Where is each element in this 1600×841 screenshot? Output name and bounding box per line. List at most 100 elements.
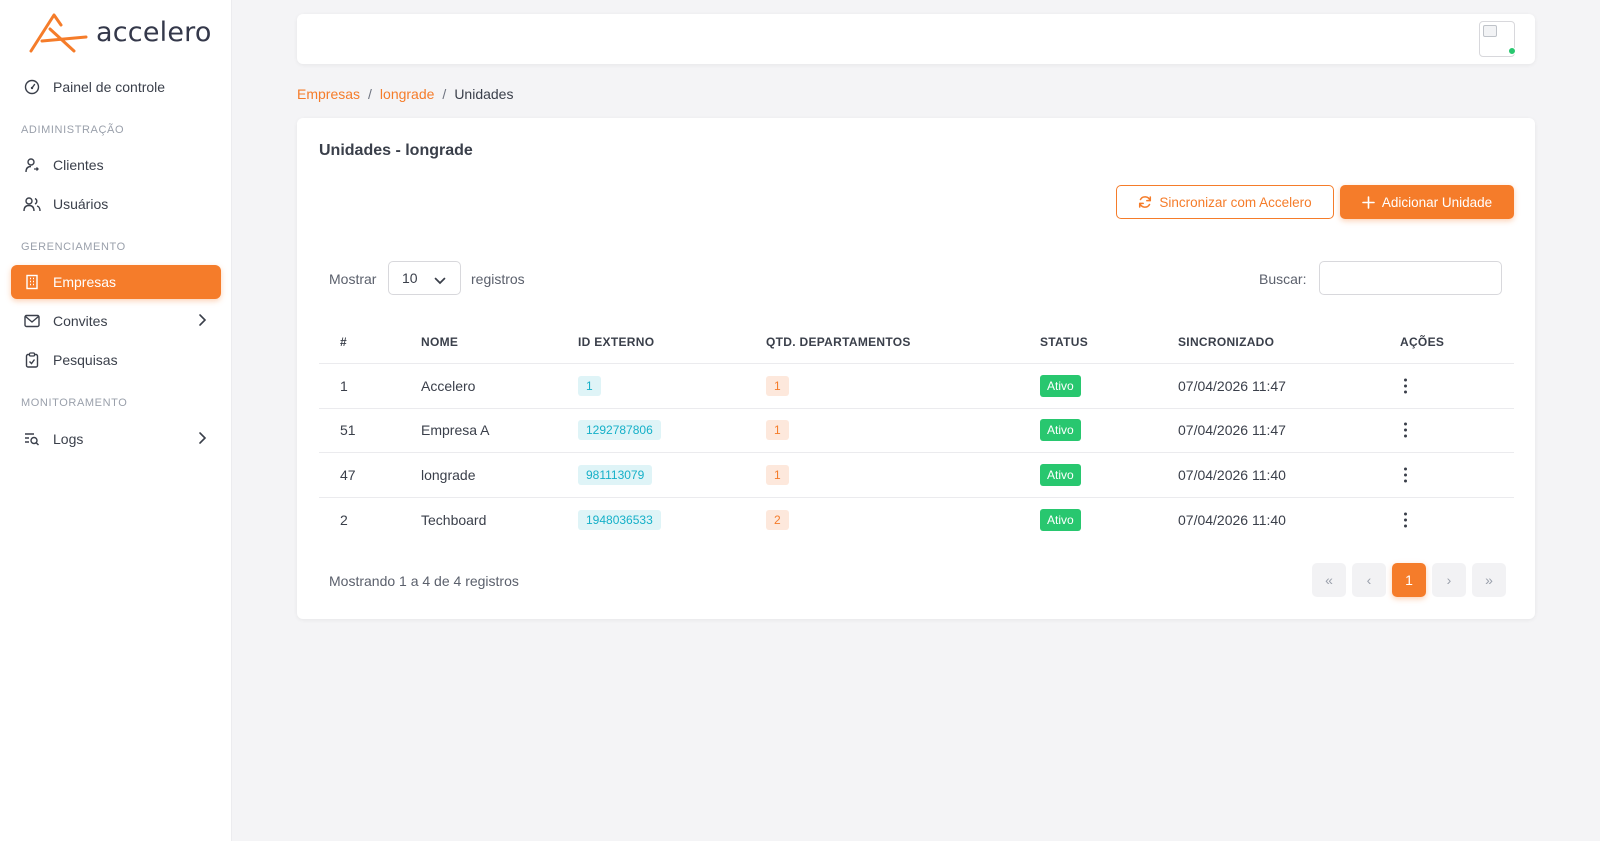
column-header-id-externo[interactable]: ID EXTERNO [578, 335, 654, 349]
list-search-icon [23, 430, 41, 448]
column-header-status[interactable]: STATUS [1040, 335, 1088, 349]
breadcrumb-link-company[interactable]: longrade [380, 86, 435, 102]
pagination-prev-button[interactable]: ‹ [1352, 563, 1386, 597]
row-nome: Techboard [421, 511, 487, 528]
department-count-badge: 1 [766, 464, 789, 485]
table-row: 47 longrade 981113079 1 Ativo 07/04/2026… [319, 453, 1514, 498]
gauge-icon [23, 78, 41, 96]
department-count-badge: 1 [766, 375, 789, 396]
external-id-badge: 981113079 [578, 464, 653, 485]
column-header-sincronizado[interactable]: SINCRONIZADO [1178, 335, 1274, 349]
external-id-badge: 1948036533 [578, 509, 661, 530]
section-title-monitoramento: MONITORAMENTO [21, 397, 128, 409]
section-title-gerenciamento: GERENCIAMENTO [21, 241, 126, 253]
column-header-nome[interactable]: NOME [421, 335, 458, 349]
add-unit-button[interactable]: Adicionar Unidade [1340, 185, 1514, 219]
chevron-right-icon [197, 313, 207, 330]
more-actions-icon[interactable] [1400, 378, 1410, 394]
chevron-down-icon [434, 273, 446, 289]
breadcrumb: Empresas / longrade / Unidades [297, 86, 513, 102]
column-header-qtd-departamentos[interactable]: QTD. DEPARTAMENTOS [766, 335, 911, 349]
mail-icon [23, 312, 41, 330]
breadcrumb-current: Unidades [454, 86, 514, 102]
more-actions-icon[interactable] [1400, 422, 1410, 438]
sidebar-item-label: Logs [53, 431, 84, 447]
more-actions-icon[interactable] [1400, 467, 1410, 483]
table-header-row: # NOME ID EXTERNO QTD. DEPARTAMENTOS STA… [319, 321, 1514, 364]
breadcrumb-separator: / [368, 86, 372, 102]
column-header-id[interactable]: # [340, 335, 347, 349]
brand-name: accelero [96, 16, 212, 48]
plus-icon [1362, 195, 1375, 209]
sidebar-item-pesquisas[interactable]: Pesquisas [11, 343, 221, 377]
row-id: 2 [340, 511, 348, 528]
sidebar-item-dashboard[interactable]: Painel de controle [11, 70, 221, 104]
table-info: Mostrando 1 a 4 de 4 registros [329, 573, 519, 589]
sync-button[interactable]: Sincronizar com Accelero [1116, 185, 1334, 219]
sidebar: accelero Painel de controle ADIMINISTRAÇ… [0, 0, 232, 841]
broken-image-icon [1483, 25, 1497, 37]
row-sincronizado: 07/04/2026 11:47 [1178, 377, 1286, 394]
search-label: Buscar: [1259, 271, 1307, 287]
pagination-first-button[interactable]: « [1312, 563, 1346, 597]
sidebar-item-label: Pesquisas [53, 352, 118, 368]
users-icon [23, 195, 41, 213]
page-length-select[interactable]: 10 [388, 261, 461, 295]
pagination-last-button[interactable]: » [1472, 563, 1506, 597]
sidebar-item-label: Painel de controle [53, 79, 166, 95]
building-icon [23, 273, 41, 291]
column-header-acoes: AÇÕES [1400, 335, 1445, 349]
sidebar-item-label: Empresas [53, 274, 117, 290]
status-badge: Ativo [1040, 419, 1081, 442]
sidebar-item-label: Usuários [53, 196, 109, 212]
sidebar-item-label: Convites [53, 313, 108, 329]
length-prefix-label: Mostrar [329, 271, 377, 287]
department-count-badge: 2 [766, 509, 789, 530]
row-nome: Empresa A [421, 422, 490, 439]
row-id: 51 [340, 422, 356, 439]
more-actions-icon[interactable] [1400, 512, 1410, 528]
sidebar-item-clientes[interactable]: Clientes [11, 148, 221, 182]
row-id: 47 [340, 466, 356, 483]
department-count-badge: 1 [766, 420, 789, 441]
table-row: 51 Empresa A 1292787806 1 Ativo 07/04/20… [319, 409, 1514, 453]
top-navbar [297, 14, 1535, 64]
row-nome: longrade [421, 466, 476, 483]
page-title: Unidades - longrade [319, 142, 473, 159]
pagination: « ‹ 1 › » [1312, 563, 1506, 597]
row-id: 1 [340, 377, 348, 394]
external-id-badge: 1 [578, 375, 601, 396]
section-title-administracao: ADIMINISTRAÇÃO [21, 124, 125, 136]
length-suffix-label: registros [471, 271, 525, 287]
pagination-page-1[interactable]: 1 [1392, 563, 1426, 597]
clipboard-check-icon [23, 351, 41, 369]
sidebar-item-empresas[interactable]: Empresas [11, 265, 221, 299]
status-badge: Ativo [1040, 463, 1081, 486]
chevron-right-icon [197, 431, 207, 448]
brand-logo[interactable]: accelero [28, 8, 212, 56]
table-row: 2 Techboard 1948036533 2 Ativo 07/04/202… [319, 498, 1514, 543]
sidebar-item-logs[interactable]: Logs [11, 422, 221, 456]
table-row: 1 Accelero 1 1 Ativo 07/04/2026 11:47 [319, 364, 1514, 409]
sidebar-item-convites[interactable]: Convites [11, 304, 221, 338]
sync-button-label: Sincronizar com Accelero [1159, 194, 1312, 210]
avatar[interactable] [1479, 21, 1516, 57]
refresh-icon [1138, 195, 1152, 209]
pagination-next-button[interactable]: › [1432, 563, 1466, 597]
sidebar-item-usuarios[interactable]: Usuários [11, 187, 221, 221]
row-sincronizado: 07/04/2026 11:40 [1178, 466, 1286, 483]
row-sincronizado: 07/04/2026 11:40 [1178, 511, 1286, 528]
online-status-dot [1508, 47, 1516, 55]
row-nome: Accelero [421, 377, 476, 394]
user-icon [23, 156, 41, 174]
status-badge: Ativo [1040, 508, 1081, 531]
accelero-logo-icon [29, 13, 88, 53]
breadcrumb-link-empresas[interactable]: Empresas [297, 86, 360, 102]
status-badge: Ativo [1040, 374, 1081, 397]
add-unit-button-label: Adicionar Unidade [1381, 194, 1493, 210]
external-id-badge: 1292787806 [578, 420, 661, 441]
search-input[interactable] [1319, 261, 1502, 295]
breadcrumb-separator: / [442, 86, 447, 102]
sidebar-item-label: Clientes [53, 157, 104, 173]
units-card: Unidades - longrade Sincronizar com Acce… [297, 118, 1535, 619]
